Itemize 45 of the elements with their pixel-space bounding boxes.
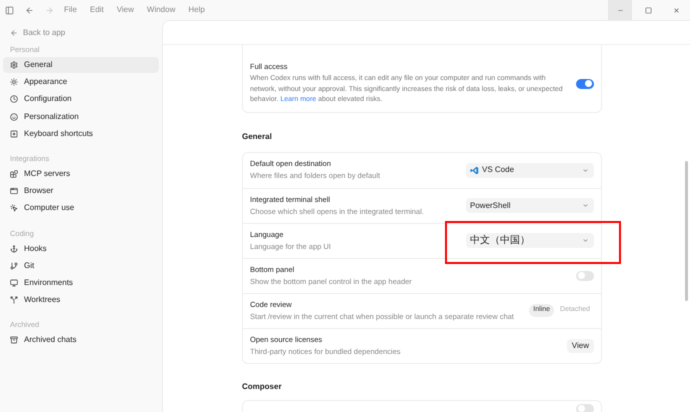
clock-icon bbox=[10, 95, 18, 104]
plus-square-icon bbox=[10, 130, 18, 138]
gear-icon bbox=[10, 61, 18, 69]
sidebar-item[interactable]: Environments bbox=[3, 274, 159, 291]
chevron-down-icon bbox=[582, 202, 589, 209]
pointer-click-icon bbox=[10, 204, 18, 212]
section-heading: General bbox=[242, 132, 273, 142]
sidebar-item[interactable]: MCP servers bbox=[3, 166, 159, 182]
maximize-icon bbox=[644, 6, 652, 14]
view-button[interactable]: View bbox=[566, 338, 594, 352]
sidebar-item[interactable]: Personalization bbox=[3, 108, 159, 125]
sidebar-item[interactable]: Configuration bbox=[3, 91, 159, 108]
dropdown-select[interactable]: PowerShell bbox=[466, 198, 594, 213]
chevron-down-icon bbox=[582, 166, 589, 174]
sidebar-toggle-icon[interactable] bbox=[5, 6, 14, 14]
close-icon bbox=[672, 6, 680, 14]
dropdown-select[interactable]: 中文（中国） bbox=[466, 233, 594, 248]
sidebar-item[interactable]: Keyboard shortcuts bbox=[3, 126, 159, 142]
sidebar-item[interactable]: Computer use bbox=[3, 200, 159, 216]
monitor-icon bbox=[10, 278, 18, 287]
code-editor-logo-icon bbox=[470, 166, 479, 174]
sidebar-item[interactable]: Archived chats bbox=[3, 332, 159, 348]
sidebar-item[interactable]: Hooks bbox=[3, 240, 159, 256]
back-arrow-icon[interactable] bbox=[25, 6, 34, 14]
anchor-icon bbox=[10, 244, 18, 252]
split-icon bbox=[10, 296, 18, 304]
smile-icon bbox=[10, 112, 18, 121]
toggle-switch[interactable] bbox=[576, 270, 594, 280]
chevron-down-icon bbox=[582, 237, 589, 244]
toggle-switch[interactable] bbox=[576, 78, 594, 89]
toggle-switch[interactable] bbox=[576, 404, 594, 412]
scrollbar-thumb[interactable] bbox=[685, 161, 688, 301]
back-arrow-icon bbox=[10, 29, 18, 37]
sidebar-item[interactable]: Appearance bbox=[3, 74, 159, 90]
branch-icon bbox=[10, 262, 18, 270]
section-heading: Composer bbox=[242, 382, 283, 392]
window-icon bbox=[10, 187, 18, 196]
sun-icon bbox=[10, 78, 18, 86]
blocks-icon bbox=[10, 170, 18, 178]
sidebar-item[interactable]: General bbox=[3, 57, 159, 73]
archive-icon bbox=[10, 336, 18, 344]
sidebar-item[interactable]: Browser bbox=[3, 183, 159, 200]
sidebar-item[interactable]: Git bbox=[3, 258, 159, 274]
dropdown-select[interactable]: VS Code bbox=[466, 162, 594, 178]
sidebar-item[interactable]: Worktrees bbox=[3, 292, 159, 308]
